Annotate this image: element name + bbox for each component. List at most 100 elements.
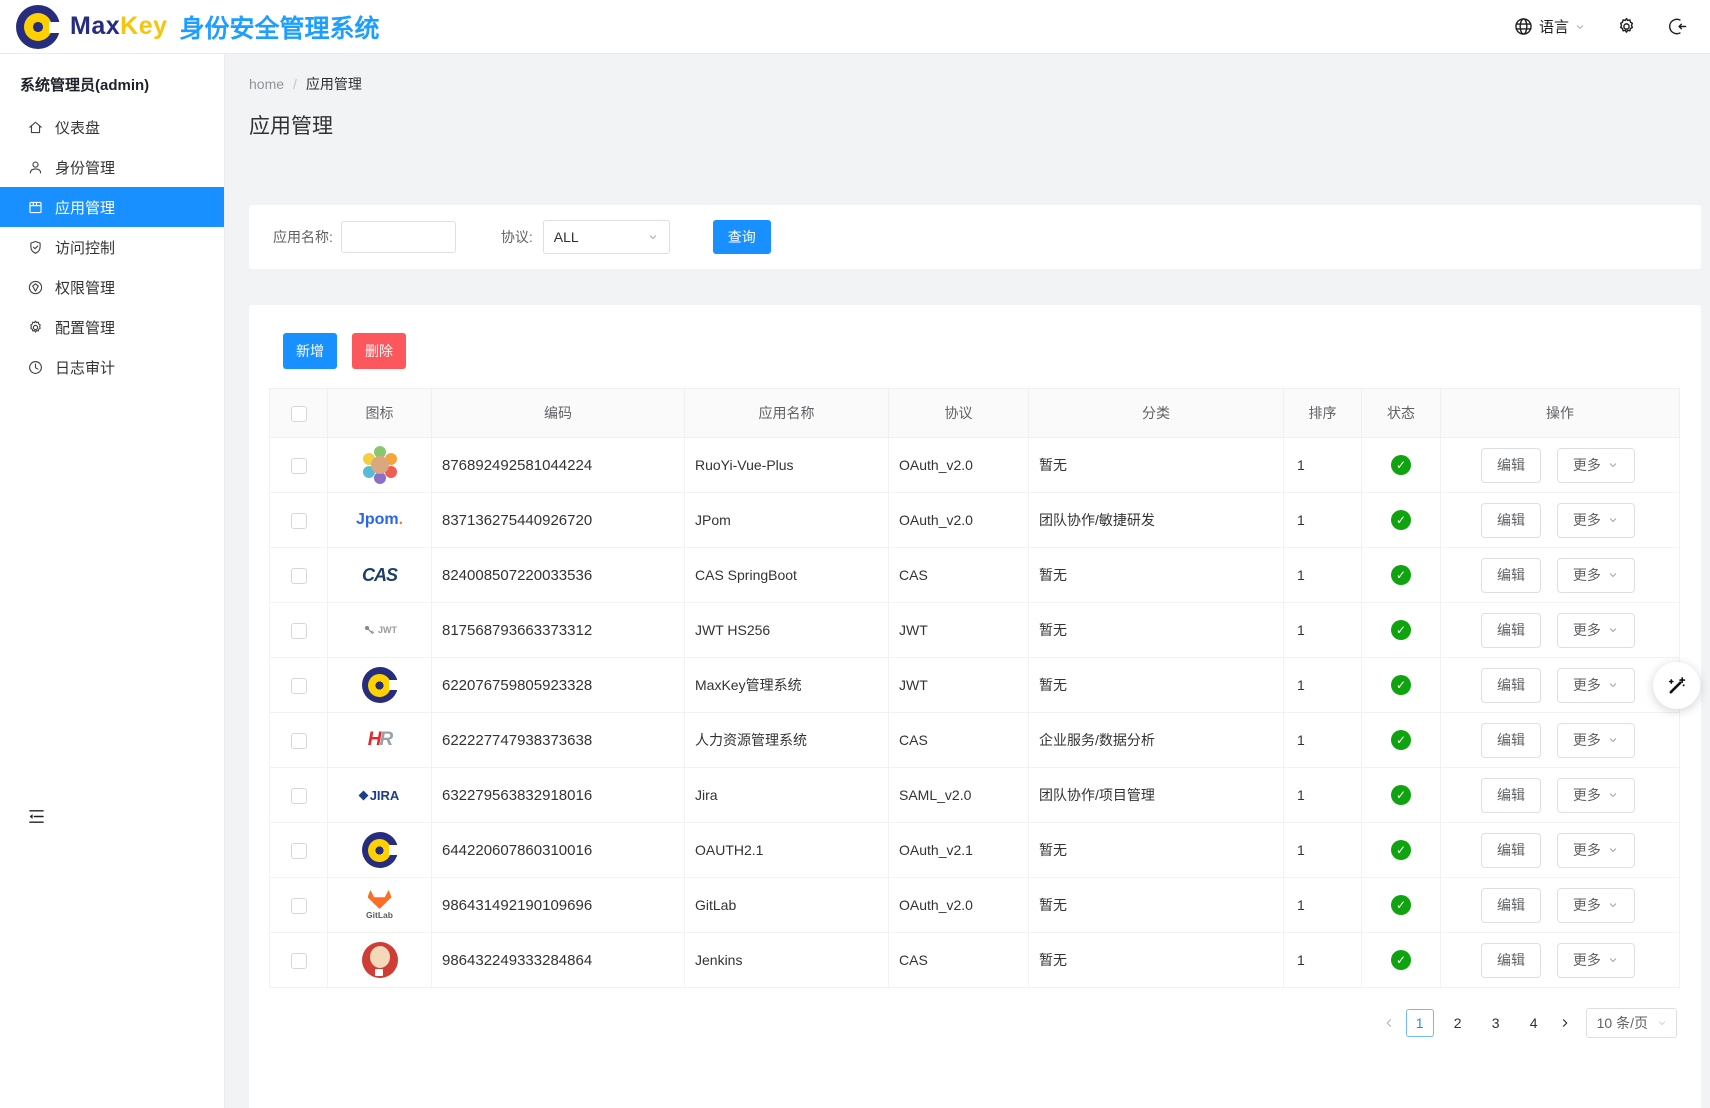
app-protocol: CAS [889,548,1029,603]
sidebar-item-permissions[interactable]: 权限管理 [0,267,224,307]
edit-button[interactable]: 编辑 [1481,943,1541,978]
delete-button[interactable]: 删除 [352,333,406,369]
sidebar-item-dashboard[interactable]: 仪表盘 [0,107,224,147]
chevron-down-icon [1607,844,1619,856]
page-number-4[interactable]: 4 [1520,1009,1548,1037]
magic-wand-button[interactable] [1653,662,1700,709]
status-enabled-icon [1391,620,1411,640]
sidebar-item-access[interactable]: 访问控制 [0,227,224,267]
select-all-checkbox[interactable] [291,406,307,422]
app-protocol: OAuth_v2.1 [889,823,1029,878]
app-name: MaxKey管理系统 [685,658,889,713]
app-code: 824008507220033536 [432,548,685,603]
app-icon-hr: HR [352,716,408,764]
chevron-down-icon [1607,734,1619,746]
row-checkbox[interactable] [291,788,307,804]
sidebar-item-audit[interactable]: 日志审计 [0,347,224,387]
app-name: OAUTH2.1 [685,823,889,878]
app-root: { "brand": { "name_primary": "Max", "nam… [0,0,1710,1108]
chevron-down-icon [1607,954,1619,966]
logout-button[interactable] [1667,16,1688,37]
edit-button[interactable]: 编辑 [1481,723,1541,758]
breadcrumb: home / 应用管理 [249,74,1701,94]
app-name-input[interactable] [341,221,456,253]
app-name: 人力资源管理系统 [685,713,889,768]
page-title: 应用管理 [249,112,1701,142]
sidebar-item-config[interactable]: 配置管理 [0,307,224,347]
chevron-down-icon [1607,789,1619,801]
status-enabled-icon [1391,785,1411,805]
more-button[interactable]: 更多 [1557,778,1635,813]
page-number-1[interactable]: 1 [1406,1009,1434,1037]
chevron-down-icon [1607,624,1619,636]
chevron-down-icon [1607,899,1619,911]
edit-button[interactable]: 编辑 [1481,503,1541,538]
page-number-3[interactable]: 3 [1482,1009,1510,1037]
apps-table: 图标编码应用名称协议分类排序状态操作 876892492581044224 Ru… [269,388,1680,988]
column-header: 编码 [432,389,685,438]
table-row: CAS 824008507220033536 CAS SpringBoot CA… [270,548,1680,603]
more-button[interactable]: 更多 [1557,613,1635,648]
app-sort: 1 [1284,438,1362,493]
row-checkbox[interactable] [291,623,307,639]
row-checkbox[interactable] [291,953,307,969]
more-button[interactable]: 更多 [1557,503,1635,538]
next-page-button[interactable] [1558,1016,1572,1030]
sidebar-item-apps[interactable]: 应用管理 [0,187,224,227]
sidebar-user-title: 系统管理员(admin) [0,54,224,107]
language-menu[interactable]: 语言 [1513,16,1586,37]
more-button[interactable]: 更多 [1557,888,1635,923]
page-number-2[interactable]: 2 [1444,1009,1472,1037]
app-protocol: OAuth_v2.0 [889,438,1029,493]
app-sort: 1 [1284,548,1362,603]
protocol-select[interactable]: ALL [543,220,670,254]
app-icon-gitlab: GitLab [352,881,408,929]
app-protocol: SAML_v2.0 [889,768,1029,823]
more-button[interactable]: 更多 [1557,723,1635,758]
page-size-select[interactable]: 10 条/页 [1586,1008,1677,1038]
row-checkbox[interactable] [291,678,307,694]
edit-button[interactable]: 编辑 [1481,448,1541,483]
main-content: home / 应用管理 应用管理 应用名称: 协议: ALL 查询 新增 删除 [225,54,1710,1108]
app-name: JPom [685,493,889,548]
more-button[interactable]: 更多 [1557,833,1635,868]
app-icon-jpom: Jpom. [352,496,408,544]
row-checkbox[interactable] [291,898,307,914]
chevron-down-icon [192,161,204,173]
edit-button[interactable]: 编辑 [1481,888,1541,923]
row-checkbox[interactable] [291,513,307,529]
more-button[interactable]: 更多 [1557,668,1635,703]
edit-button[interactable]: 编辑 [1481,833,1541,868]
sidebar-collapse-button[interactable] [26,806,47,827]
row-checkbox[interactable] [291,458,307,474]
app-name-label: 应用名称: [273,227,333,247]
search-button[interactable]: 查询 [713,220,771,254]
edit-button[interactable]: 编辑 [1481,558,1541,593]
app-protocol: OAuth_v2.0 [889,493,1029,548]
breadcrumb-home[interactable]: home [249,76,284,92]
app-icon-maxkey [352,661,408,709]
app-name: GitLab [685,878,889,933]
more-button[interactable]: 更多 [1557,448,1635,483]
sidebar-item-identity[interactable]: 身份管理 [0,147,224,187]
app-category: 暂无 [1029,823,1284,878]
table-row: GitLab 986431492190109696 GitLab OAuth_v… [270,878,1680,933]
edit-button[interactable]: 编辑 [1481,778,1541,813]
row-checkbox[interactable] [291,568,307,584]
more-button[interactable]: 更多 [1557,943,1635,978]
app-protocol: JWT [889,603,1029,658]
app-code: 986431492190109696 [432,878,685,933]
language-label: 语言 [1539,16,1569,37]
edit-button[interactable]: 编辑 [1481,668,1541,703]
clock-icon [27,359,44,376]
page-numbers: 1234 [1406,1009,1548,1037]
brand-name: MaxKey [70,12,168,41]
settings-gear-button[interactable] [1616,16,1637,37]
prev-page-button[interactable] [1382,1016,1396,1030]
row-checkbox[interactable] [291,733,307,749]
row-checkbox[interactable] [291,843,307,859]
brand-name-primary: Max [70,12,120,40]
edit-button[interactable]: 编辑 [1481,613,1541,648]
add-button[interactable]: 新增 [283,333,337,369]
more-button[interactable]: 更多 [1557,558,1635,593]
